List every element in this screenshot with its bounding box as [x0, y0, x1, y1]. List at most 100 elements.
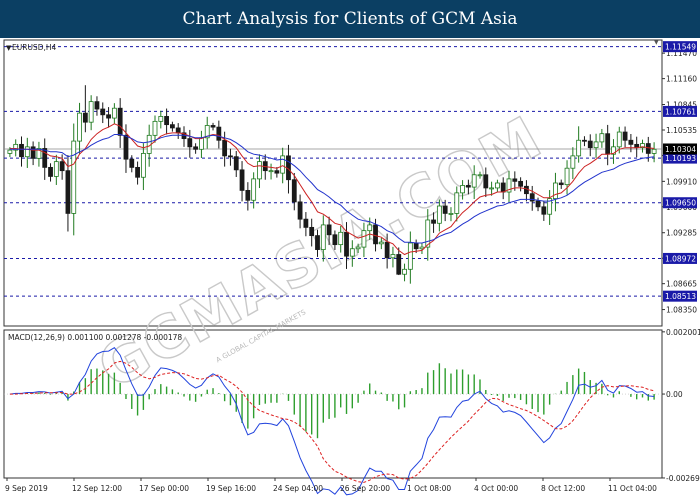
candle-body — [367, 224, 373, 232]
level-label: 1.10761 — [665, 107, 696, 116]
candle-body — [338, 231, 344, 246]
price-tick-label: 1.09285 — [666, 229, 697, 238]
candle-body — [170, 124, 175, 129]
candle-body — [245, 189, 251, 201]
candle-body — [361, 230, 367, 248]
candle-body — [274, 170, 280, 174]
candle-body — [19, 143, 24, 158]
candle-body — [524, 185, 529, 195]
chart-banner: Chart Analysis for Clients of GCM Asia — [0, 0, 700, 38]
time-tick-label: 1 Oct 08:00 — [407, 484, 451, 493]
candle-body — [570, 155, 576, 169]
candle-body — [291, 179, 297, 203]
candle-body — [199, 137, 204, 150]
candle-body — [402, 268, 407, 275]
candle-body — [140, 153, 146, 178]
candle-body — [257, 161, 262, 180]
candle-body — [106, 114, 111, 119]
candle-body — [628, 139, 634, 145]
macd-tick-label: 0.00 — [666, 390, 683, 399]
candle-body — [489, 187, 494, 190]
candle-body — [460, 185, 465, 194]
candle-body — [303, 218, 309, 228]
candle-body — [344, 231, 349, 257]
candle-body — [454, 192, 460, 214]
candle-body — [88, 101, 94, 123]
candle-body — [222, 139, 228, 157]
level-label: 1.10193 — [665, 154, 696, 163]
candle-body — [100, 108, 106, 116]
time-tick-label: 24 Sep 04:00 — [273, 484, 323, 493]
candle-body — [297, 201, 303, 220]
candle-body — [71, 140, 77, 214]
candle-body — [384, 241, 390, 259]
candle-body — [164, 116, 169, 126]
candle-body — [309, 226, 315, 236]
candle-body — [158, 116, 164, 122]
candle-body — [535, 200, 541, 208]
candle-body — [268, 170, 274, 173]
candle-body — [407, 242, 413, 270]
candle-body — [465, 185, 471, 188]
candle-body — [436, 205, 442, 224]
candle-body — [280, 155, 286, 174]
candle-body — [599, 133, 605, 143]
candle-body — [117, 107, 123, 136]
candle-body — [123, 134, 129, 160]
chart-canvas[interactable]: GCMASIA.COM A GLOBAL CAPITAL MARKETS EUR… — [0, 38, 700, 500]
level-label: 1.08513 — [665, 292, 696, 301]
candle-body — [210, 125, 216, 128]
candle-body — [448, 213, 454, 215]
candle-body — [135, 166, 140, 178]
time-tick-label: 8 Oct 12:00 — [541, 484, 585, 493]
candle-body — [541, 206, 547, 215]
candle-body — [326, 224, 332, 236]
candle-body — [129, 158, 135, 168]
candle-body — [53, 161, 59, 177]
candle-body — [558, 182, 564, 186]
candle-body — [582, 139, 587, 142]
candle-body — [431, 219, 436, 224]
time-tick-label: 17 Sep 00:00 — [139, 484, 189, 493]
candle-body — [315, 235, 320, 250]
candle-body — [349, 248, 355, 257]
candle-body — [187, 138, 193, 148]
candle-body — [413, 242, 419, 250]
current-price-label: 1.10304 — [665, 145, 696, 154]
candle-body — [30, 146, 36, 159]
candle-body — [59, 161, 65, 172]
candle-body — [373, 224, 378, 245]
candle-body — [605, 133, 611, 155]
candle-body — [42, 148, 48, 168]
candle-body — [320, 224, 326, 250]
candle-body — [355, 246, 361, 250]
candle-body — [616, 131, 622, 148]
candle-body — [576, 139, 582, 157]
shift-marker: ▼ — [654, 39, 659, 46]
candle-body — [24, 146, 30, 158]
level-label: 1.11549 — [665, 43, 696, 52]
price-tick-label: 1.11160 — [666, 75, 697, 84]
candle-body — [239, 169, 245, 191]
candle-body — [111, 107, 117, 119]
symbol-label: EURUSD,H4 — [12, 43, 56, 52]
candle-body — [645, 143, 651, 154]
candle-body — [216, 126, 222, 141]
symbol-marker: ▼ — [6, 44, 12, 52]
candle-body — [193, 146, 199, 150]
candle-body — [48, 166, 53, 177]
candle-body — [553, 182, 558, 200]
candle-body — [332, 234, 338, 246]
candle-body — [477, 174, 483, 177]
candle-body — [390, 254, 396, 259]
time-tick-label: 9 Sep 2019 — [5, 484, 48, 493]
candle-body — [251, 178, 257, 201]
candle-body — [495, 182, 500, 189]
price-tick-label: 1.09910 — [666, 177, 697, 186]
candle-body — [512, 178, 518, 182]
candle-body — [471, 174, 477, 188]
macd-label: MACD(12,26,9) 0.001100 0.001278 -0.00017… — [8, 333, 182, 342]
candle-body — [82, 112, 88, 123]
level-label: 1.08972 — [665, 254, 696, 263]
candle-body — [94, 101, 100, 110]
